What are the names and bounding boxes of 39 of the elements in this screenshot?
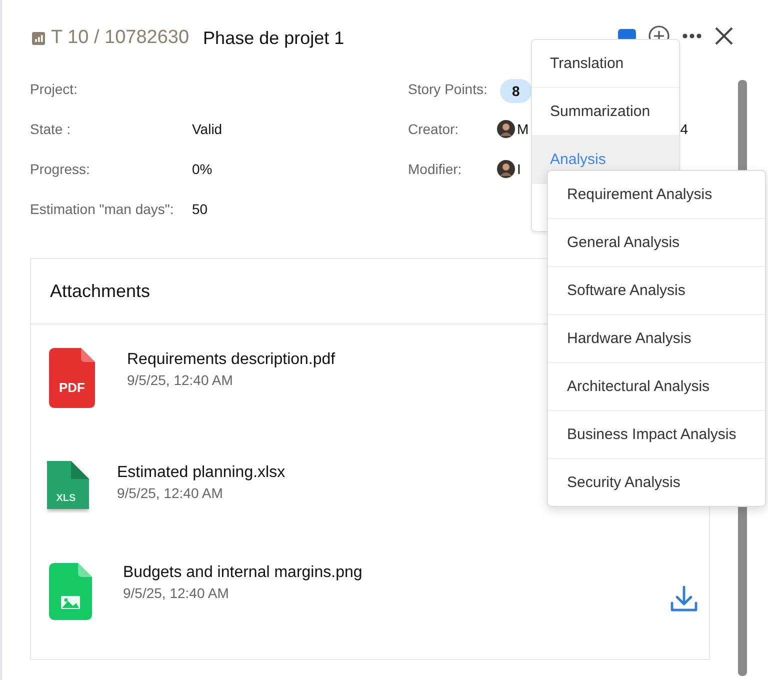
submenu-item[interactable]: Hardware Analysis: [548, 315, 765, 363]
field-label: Project:: [30, 81, 78, 97]
field-value: 0%: [192, 161, 212, 177]
submenu-item[interactable]: Business Impact Analysis: [548, 411, 765, 459]
file-name[interactable]: Requirements description.pdf: [127, 351, 336, 369]
file-date: 9/5/25, 12:40 AM: [127, 372, 234, 388]
avatar-icon: [497, 120, 515, 138]
person-name: M: [517, 121, 529, 137]
person-name: 4: [680, 121, 688, 137]
image-file-icon: [49, 563, 92, 620]
file-name[interactable]: Estimated planning.xlsx: [117, 464, 286, 482]
task-title: Phase de projet 1: [203, 28, 344, 48]
field-label: Progress:: [30, 161, 91, 177]
chart-icon: [32, 32, 45, 44]
field-label: Modifier:: [408, 161, 463, 177]
submenu-item[interactable]: Requirement Analysis: [548, 171, 765, 219]
menu-item[interactable]: Translation: [532, 40, 679, 88]
file-date: 9/5/25, 12:40 AM: [117, 485, 224, 501]
close-icon[interactable]: [714, 26, 734, 46]
ticket-id: T 10 / 10782630: [51, 27, 190, 49]
field-label: Estimation "man days":: [30, 201, 175, 217]
card-title: Attachments: [50, 280, 150, 302]
avatar-icon: [497, 160, 515, 178]
submenu-item[interactable]: General Analysis: [548, 219, 765, 267]
download-icon[interactable]: [669, 585, 699, 613]
submenu-item[interactable]: Security Analysis: [548, 459, 765, 506]
field-label: Creator:: [408, 121, 460, 137]
field-label: State :: [30, 121, 72, 137]
more-icon[interactable]: [682, 33, 702, 39]
field-value: 50: [192, 201, 208, 217]
submenu-item[interactable]: Software Analysis: [548, 267, 765, 315]
field-value: Valid: [192, 121, 222, 137]
person-name: I: [517, 161, 521, 177]
pdf-file-icon: PDF: [49, 348, 95, 408]
file-date: 9/5/25, 12:40 AM: [123, 585, 230, 601]
submenu-item[interactable]: Architectural Analysis: [548, 363, 765, 411]
story-points-badge: 8: [500, 79, 532, 103]
file-name[interactable]: Budgets and internal margins.png: [123, 564, 362, 582]
field-label: Story Points:: [408, 81, 488, 97]
